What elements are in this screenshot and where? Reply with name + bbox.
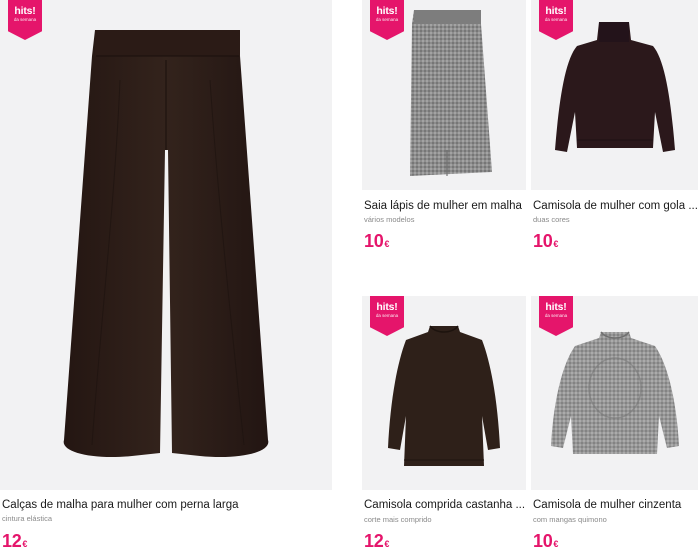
badge-label: hits! [14, 5, 36, 17]
price-currency: € [384, 239, 390, 249]
price-value: 12 [364, 531, 384, 551]
product-title[interactable]: Camisola comprida castanha ... [364, 499, 526, 511]
product-image[interactable] [0, 0, 332, 490]
product-price: 12€ [2, 532, 27, 551]
product-price: 10€ [533, 232, 558, 251]
product-subtitle: com mangas quimono [533, 515, 607, 524]
price-value: 10 [364, 231, 384, 251]
badge-sublabel: da semana [544, 313, 568, 318]
product-title[interactable]: Saia lápis de mulher em malha [364, 200, 526, 212]
badge-label: hits! [545, 301, 567, 313]
product-card[interactable]: hits! da semana Camisola de mulher cinze… [531, 296, 698, 560]
product-subtitle: corte mais comprido [364, 515, 432, 524]
product-card[interactable]: hits! da semana Camisola de mulher com g… [531, 0, 698, 260]
product-price: 10€ [533, 532, 558, 551]
price-value: 10 [533, 231, 553, 251]
price-currency: € [553, 239, 559, 249]
badge-sublabel: da semana [544, 17, 568, 22]
product-title[interactable]: Camisola de mulher cinzenta [533, 499, 698, 511]
wide-leg-pants-image [63, 30, 269, 458]
price-currency: € [384, 539, 390, 549]
product-card[interactable]: hits! da semana Saia lápis de mulher em … [362, 0, 526, 260]
badge-label: hits! [376, 301, 398, 313]
badge-sublabel: da semana [375, 313, 399, 318]
badge-sublabel: da semana [13, 17, 37, 22]
product-title[interactable]: Calças de malha para mulher com perna la… [2, 499, 328, 511]
product-title[interactable]: Camisola de mulher com gola ... [533, 200, 698, 212]
badge-sublabel: da semana [375, 17, 399, 22]
badge-label: hits! [376, 5, 398, 17]
price-currency: € [22, 539, 28, 549]
product-card[interactable]: hits! da semana Camisola comprida castan… [362, 296, 526, 560]
product-subtitle: vários modelos [364, 215, 415, 224]
price-currency: € [553, 539, 559, 549]
price-value: 12 [2, 531, 22, 551]
badge-label: hits! [545, 5, 567, 17]
product-price: 12€ [364, 532, 389, 551]
price-value: 10 [533, 531, 553, 551]
product-price: 10€ [364, 232, 389, 251]
product-subtitle: duas cores [533, 215, 570, 224]
product-card[interactable]: hits! da semana Calças de malha para mul… [0, 0, 332, 560]
product-subtitle: cintura elástica [2, 514, 53, 523]
